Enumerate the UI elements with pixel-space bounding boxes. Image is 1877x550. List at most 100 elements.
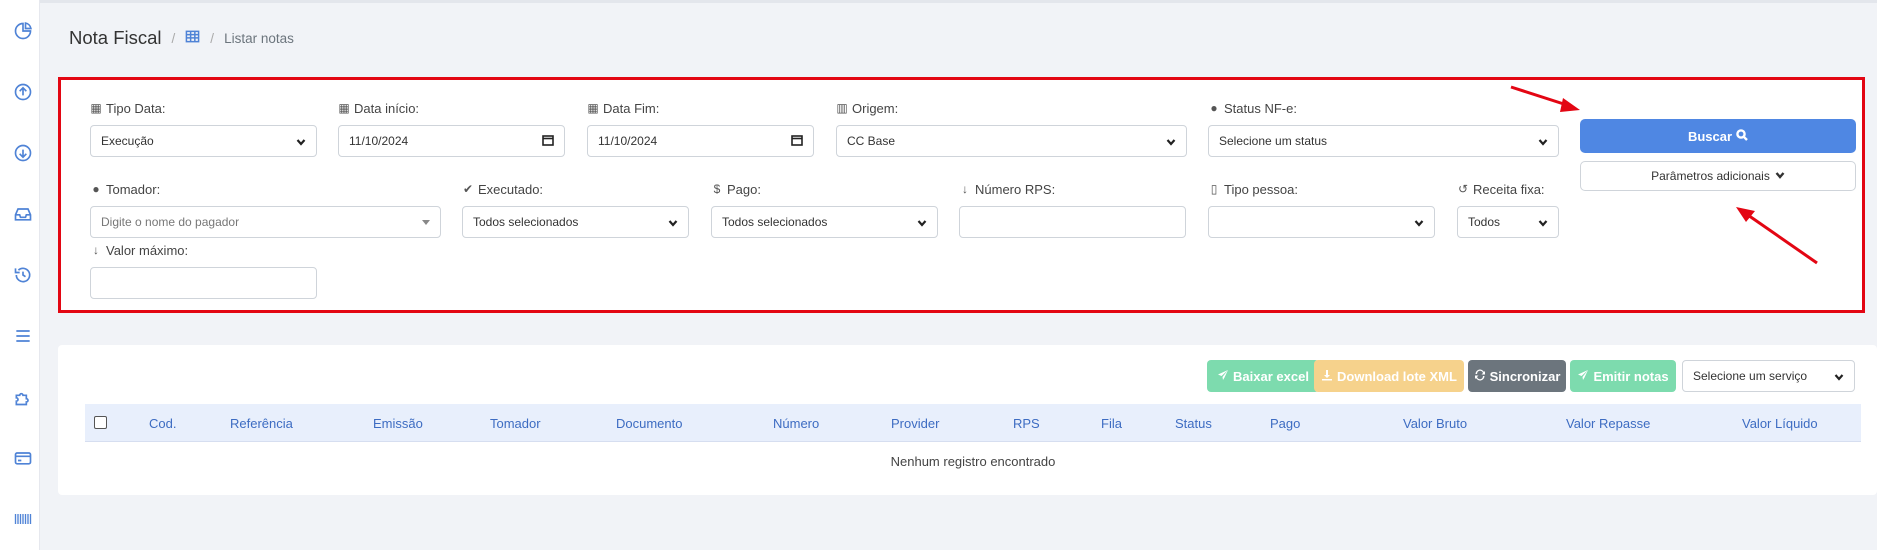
calendar-icon: ▦ bbox=[90, 101, 102, 115]
field-tipo-pessoa: ▯ Tipo pessoa: bbox=[1208, 181, 1435, 238]
column-header[interactable]: Emissão bbox=[373, 416, 423, 431]
field-pago: $ Pago: Todos selecionados bbox=[711, 181, 938, 238]
column-header[interactable]: Cod. bbox=[149, 416, 176, 431]
field-status-nfe: ● Status NF-e: Selecione um status bbox=[1208, 100, 1559, 157]
table-grid-icon[interactable] bbox=[185, 29, 200, 47]
credit-card-icon[interactable] bbox=[12, 447, 34, 469]
download-icon bbox=[1321, 369, 1333, 384]
field-origem: ▥ Origem: CC Base bbox=[836, 100, 1187, 157]
field-receita-fixa: ↺ Receita fixa: Todos bbox=[1457, 181, 1559, 238]
status-nfe-label: Status NF-e: bbox=[1224, 100, 1297, 116]
chevron-down-icon bbox=[1834, 371, 1844, 381]
sort-numeric-icon: ↓ bbox=[962, 182, 968, 196]
chevron-down-icon bbox=[1414, 217, 1424, 227]
field-valor-maximo: ↓ Valor máximo: bbox=[90, 242, 317, 299]
table-header: Cod. Referência Emissão Tomador Document… bbox=[85, 404, 1861, 442]
send-icon bbox=[1217, 369, 1229, 384]
dollar-icon: $ bbox=[713, 182, 721, 196]
field-executado: ✔ Executado: Todos selecionados bbox=[462, 181, 689, 238]
check-icon: ✔ bbox=[462, 182, 474, 196]
field-tipo-data: ▦ Tipo Data: Execução bbox=[90, 100, 317, 157]
chevron-down-icon bbox=[296, 136, 306, 146]
tipo-pessoa-label: Tipo pessoa: bbox=[1224, 181, 1298, 197]
column-header[interactable]: Valor Repasse bbox=[1566, 416, 1650, 431]
baixar-excel-button[interactable]: Baixar excel bbox=[1207, 360, 1319, 392]
sidebar bbox=[0, 0, 40, 550]
valor-maximo-input[interactable] bbox=[90, 267, 317, 299]
column-header[interactable]: Número bbox=[773, 416, 819, 431]
download-lote-xml-button[interactable]: Download lote XML bbox=[1314, 360, 1464, 392]
numero-rps-label: Número RPS: bbox=[975, 181, 1056, 197]
barcode-icon[interactable] bbox=[12, 508, 34, 530]
data-inicio-label: Data início: bbox=[354, 100, 420, 116]
chevron-down-icon bbox=[1538, 136, 1548, 146]
breadcrumb-current: Listar notas bbox=[224, 30, 294, 46]
breadcrumb: Nota Fiscal / / Listar notas bbox=[69, 27, 294, 49]
chevron-down-icon bbox=[668, 217, 678, 227]
tipo-data-label: Tipo Data: bbox=[106, 100, 166, 116]
data-fim-label: Data Fim: bbox=[603, 100, 660, 116]
receita-fixa-label: Receita fixa: bbox=[1473, 181, 1545, 197]
calendar-picker-icon[interactable] bbox=[791, 134, 803, 149]
select-all-checkbox[interactable] bbox=[94, 416, 107, 429]
inbox-icon[interactable] bbox=[12, 203, 34, 225]
field-tomador: ● Tomador: Digite o nome do pagador bbox=[90, 181, 441, 238]
column-header[interactable]: Provider bbox=[891, 416, 939, 431]
column-header[interactable]: Fila bbox=[1101, 416, 1122, 431]
buscar-button[interactable]: Buscar bbox=[1580, 119, 1856, 153]
chevron-down-icon bbox=[1538, 217, 1548, 227]
send-icon bbox=[1577, 369, 1589, 384]
caret-down-icon bbox=[422, 219, 430, 225]
calendar-icon: ▦ bbox=[587, 101, 599, 115]
origem-select[interactable]: CC Base bbox=[836, 125, 1187, 157]
breadcrumb-separator: / bbox=[171, 30, 176, 46]
id-card-icon: ▯ bbox=[1210, 182, 1218, 196]
pago-select[interactable]: Todos selecionados bbox=[711, 206, 938, 238]
origem-label: Origem: bbox=[852, 100, 899, 116]
field-numero-rps: ↓ Número RPS: bbox=[959, 181, 1186, 238]
menu-list-icon[interactable] bbox=[12, 325, 34, 347]
history-icon[interactable] bbox=[12, 264, 34, 286]
executado-select[interactable]: Todos selecionados bbox=[462, 206, 689, 238]
receita-fixa-select[interactable]: Todos bbox=[1457, 206, 1559, 238]
data-fim-input[interactable]: 11/10/2024 bbox=[587, 125, 814, 157]
building-icon: ▥ bbox=[836, 101, 848, 115]
tipo-pessoa-select[interactable] bbox=[1208, 206, 1435, 238]
calendar-picker-icon[interactable] bbox=[542, 134, 554, 149]
filter-panel: ▦ Tipo Data: Execução ▦ Data início: 11/10… bbox=[58, 77, 1865, 313]
emitir-notas-button[interactable]: Emitir notas bbox=[1570, 360, 1676, 392]
column-header[interactable]: Valor Bruto bbox=[1403, 416, 1467, 431]
tomador-label: Tomador: bbox=[106, 181, 161, 197]
user-icon: ● bbox=[92, 182, 100, 196]
field-data-inicio: ▦ Data início: 11/10/2024 bbox=[338, 100, 565, 157]
download-circle-icon[interactable] bbox=[12, 142, 34, 164]
sort-numeric-icon: ↓ bbox=[93, 243, 99, 257]
executado-label: Executado: bbox=[478, 181, 544, 197]
tipo-data-select[interactable]: Execução bbox=[90, 125, 317, 157]
column-header[interactable]: Referência bbox=[230, 416, 293, 431]
column-header[interactable]: Documento bbox=[616, 416, 682, 431]
top-divider bbox=[40, 0, 1877, 3]
valor-maximo-label: Valor máximo: bbox=[106, 242, 189, 258]
pie-chart-icon[interactable] bbox=[12, 20, 34, 42]
puzzle-icon[interactable] bbox=[12, 386, 34, 408]
column-header[interactable]: Pago bbox=[1270, 416, 1300, 431]
column-header[interactable]: Status bbox=[1175, 416, 1212, 431]
data-inicio-input[interactable]: 11/10/2024 bbox=[338, 125, 565, 157]
calendar-icon: ▦ bbox=[338, 101, 350, 115]
refresh-icon bbox=[1474, 369, 1486, 384]
column-header[interactable]: Valor Líquido bbox=[1742, 416, 1818, 431]
tomador-autocomplete[interactable]: Digite o nome do pagador bbox=[90, 206, 441, 238]
numero-rps-input[interactable] bbox=[959, 206, 1186, 238]
sincronizar-button[interactable]: Sincronizar bbox=[1468, 360, 1566, 392]
upload-circle-icon[interactable] bbox=[12, 81, 34, 103]
column-header[interactable]: RPS bbox=[1013, 416, 1040, 431]
search-icon bbox=[1736, 128, 1748, 144]
parametros-adicionais-button[interactable]: Parâmetros adicionais bbox=[1580, 161, 1856, 191]
column-header[interactable]: Tomador bbox=[490, 416, 541, 431]
servico-select[interactable]: Selecione um serviço bbox=[1682, 360, 1855, 392]
status-nfe-select[interactable]: Selecione um status bbox=[1208, 125, 1559, 157]
breadcrumb-separator: / bbox=[210, 30, 215, 46]
page-title: Nota Fiscal bbox=[69, 27, 162, 48]
info-circle-icon: ● bbox=[1210, 101, 1218, 115]
